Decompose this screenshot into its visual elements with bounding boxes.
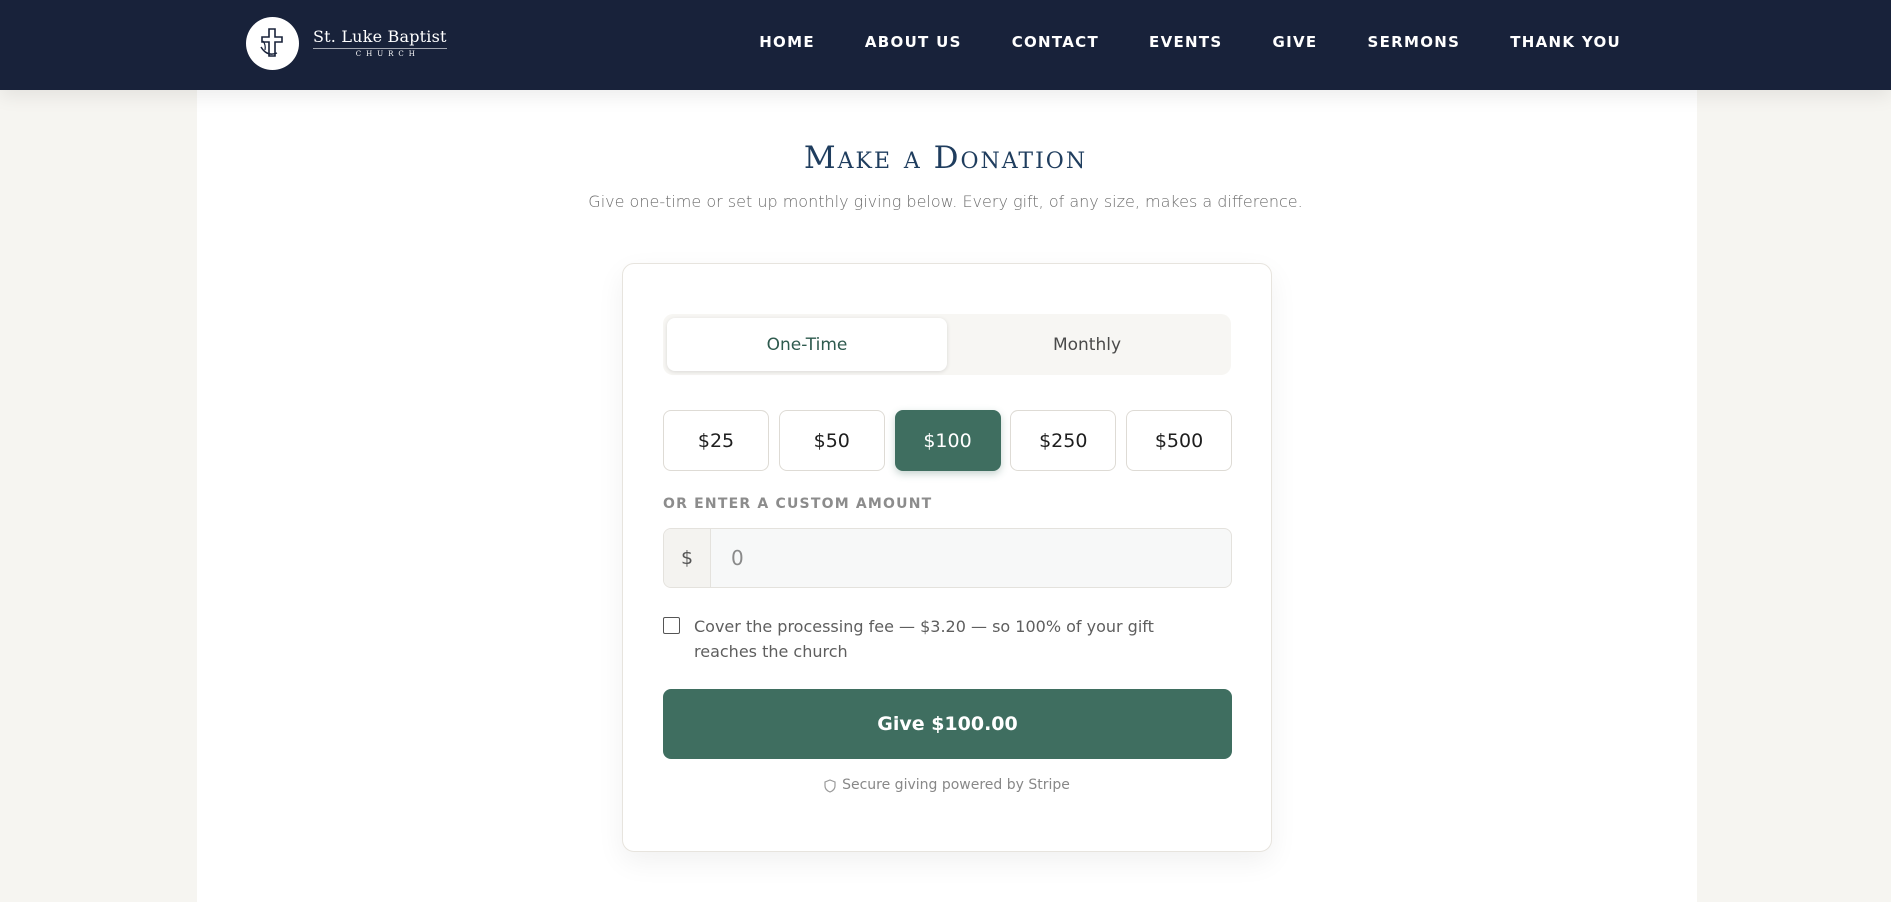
page-title: Make a Donation (803, 140, 1088, 176)
cross-logo-icon (246, 16, 299, 70)
amount-250-button[interactable]: $250 (1010, 410, 1117, 471)
church-logo[interactable]: St. Luke Baptist CHURCH (246, 16, 447, 70)
secure-giving-text: Secure giving powered by Stripe (842, 777, 1070, 793)
secure-giving-note: Secure giving powered by Stripe (623, 777, 1271, 793)
donation-card: One-Time Monthly $25 $50 $100 $250 $500 … (622, 263, 1272, 852)
processing-fee-option: Cover the processing fee — $3.20 — so 10… (663, 614, 1232, 664)
amount-25-button[interactable]: $25 (663, 410, 769, 471)
custom-amount-input[interactable] (711, 529, 1231, 587)
top-navbar: St. Luke Baptist CHURCH HOME ABOUT US CO… (0, 0, 1891, 90)
nav-link-events[interactable]: EVENTS (1149, 33, 1223, 51)
logo-name: St. Luke Baptist (313, 26, 447, 46)
nav-link-home[interactable]: HOME (759, 33, 815, 51)
page-subtitle: Give one-time or set up monthly giving b… (588, 192, 1303, 211)
amount-50-button[interactable]: $50 (778, 410, 885, 471)
amount-100-button[interactable]: $100 (894, 410, 1001, 471)
nav-link-contact[interactable]: CONTACT (1012, 33, 1099, 51)
custom-amount-field: $ (663, 528, 1232, 588)
amount-500-button[interactable]: $500 (1126, 410, 1232, 471)
cover-fee-checkbox[interactable] (663, 617, 680, 634)
nav-link-about-us[interactable]: ABOUT US (865, 33, 962, 51)
nav-link-thank-you[interactable]: THANK YOU (1510, 33, 1621, 51)
currency-symbol: $ (664, 529, 711, 587)
cover-fee-label[interactable]: Cover the processing fee — $3.20 — so 10… (694, 614, 1214, 664)
logo-subtitle: CHURCH (313, 47, 447, 58)
monthly-tab[interactable]: Monthly (947, 318, 1227, 371)
frequency-toggle: One-Time Monthly (663, 314, 1231, 375)
one-time-tab[interactable]: One-Time (667, 318, 947, 371)
custom-amount-label: OR ENTER A CUSTOM AMOUNT (663, 496, 933, 512)
amount-options: $25 $50 $100 $250 $500 (663, 410, 1232, 471)
nav-link-sermons[interactable]: SERMONS (1367, 33, 1460, 51)
nav-link-give[interactable]: GIVE (1273, 33, 1318, 51)
give-button[interactable]: Give $100.00 (663, 689, 1232, 759)
shield-icon (824, 779, 836, 793)
main-nav: HOME ABOUT US CONTACT EVENTS GIVE SERMON… (709, 0, 1621, 84)
